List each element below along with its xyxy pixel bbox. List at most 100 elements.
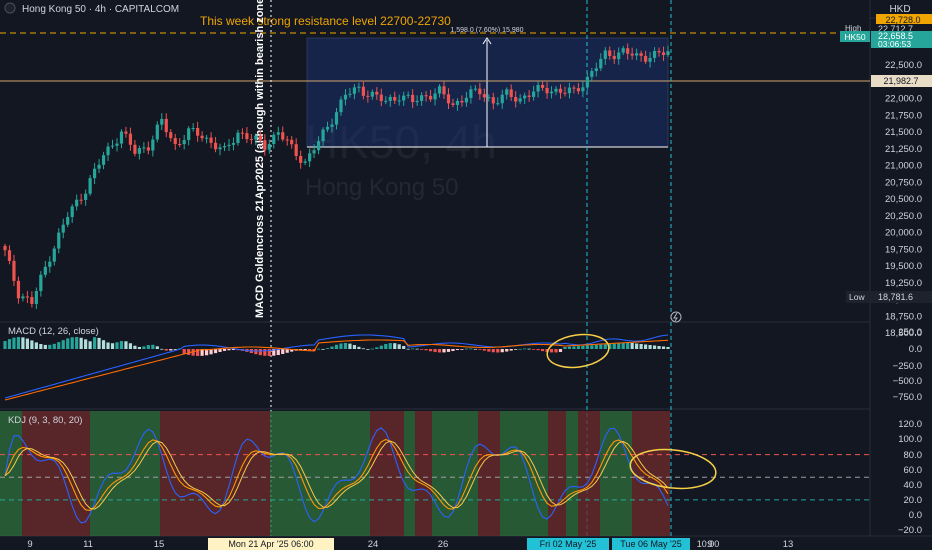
price-tick: 18,750.0 xyxy=(885,311,922,322)
macd-hist-bar xyxy=(258,349,262,356)
macd-hist-bar xyxy=(182,349,186,354)
candle-body xyxy=(352,87,357,94)
candle-body xyxy=(460,100,464,103)
price-tick: 20,000.0 xyxy=(885,228,922,239)
candle-body xyxy=(348,93,352,95)
macd-hist-bar xyxy=(16,337,21,349)
macd-hist-bar xyxy=(151,344,155,349)
candle-body xyxy=(209,137,213,143)
candle-body xyxy=(70,206,74,217)
candle-body xyxy=(281,132,285,140)
macd-label[interactable]: MACD (12, 26, close) xyxy=(8,326,99,337)
candle-body xyxy=(110,145,115,147)
macd-hist-bar xyxy=(169,349,173,351)
resistance-annotation[interactable]: This week strong resistance level 22700-… xyxy=(200,14,451,28)
candle-body xyxy=(630,53,634,56)
macd-hist-bar xyxy=(491,349,495,353)
candle-body xyxy=(79,199,83,201)
candle-body xyxy=(661,52,666,56)
macd-hist-bar xyxy=(599,344,603,349)
candle-body xyxy=(227,144,231,147)
macd-hist-bar xyxy=(532,349,536,350)
macd-hist-bar xyxy=(455,349,460,351)
time-highlight: Tue 06 May '25 xyxy=(620,539,681,549)
macd-hist-bar xyxy=(106,342,110,349)
macd-hist-bar xyxy=(137,346,141,349)
candle-body xyxy=(558,88,563,93)
macd-hist-bar xyxy=(352,345,357,349)
macd-hist-bar xyxy=(460,349,464,350)
candle-body xyxy=(500,94,504,104)
trading-chart[interactable]: HK50, 4h Hong Kong 50 1,598.0 (7.60%) 15… xyxy=(0,0,932,550)
candle-body xyxy=(585,76,589,88)
candle-body xyxy=(133,144,137,154)
candle-body xyxy=(218,147,222,150)
candle-body xyxy=(115,143,119,146)
kdj-bull-zone xyxy=(0,411,22,536)
candle-body xyxy=(608,50,612,56)
candle-body xyxy=(567,87,572,94)
candle-body xyxy=(420,95,424,101)
candle-body xyxy=(397,100,401,102)
candle-body xyxy=(240,132,245,134)
macd-hist-bar xyxy=(518,348,522,350)
macd-hist-bar xyxy=(84,339,88,349)
time-highlight: 10:00 xyxy=(697,539,720,549)
candle-body xyxy=(231,143,236,145)
candle-body xyxy=(258,135,262,141)
macd-hist-bar xyxy=(397,344,401,349)
candle-body xyxy=(204,137,209,139)
macd-hist-bar xyxy=(505,349,509,352)
candle-body xyxy=(34,291,38,304)
time-axis[interactable]: 9 11 15 24 26 9 13Mon 21 Apr '25 06:00 Fri 02 M… xyxy=(27,538,793,550)
macd-hist-bar xyxy=(325,348,330,349)
price-tick: 22,000.0 xyxy=(885,94,922,105)
macd-hist-bar xyxy=(110,343,115,349)
candle-body xyxy=(590,71,594,77)
macd-hist-bar xyxy=(402,345,406,349)
macd-hist-bar xyxy=(509,349,513,351)
kdj-tick: 120.0 xyxy=(898,419,922,430)
macd-hist-bar xyxy=(348,343,352,349)
candle-body xyxy=(66,216,70,225)
macd-hist-bar xyxy=(263,349,267,356)
candle-body xyxy=(666,51,670,56)
candle-body xyxy=(402,95,406,101)
candle-body xyxy=(101,155,106,165)
candle-body xyxy=(339,99,343,113)
macd-hist-bar xyxy=(406,348,410,350)
macd-hist-bar xyxy=(581,345,585,349)
candle-body xyxy=(527,95,531,97)
macd-hist-bar xyxy=(160,348,164,350)
macd-hist-bar xyxy=(330,346,334,349)
macd-hist-bar xyxy=(361,348,365,350)
candle-body xyxy=(7,250,12,261)
price-tick: 21,750.0 xyxy=(885,110,922,121)
macd-hist-bar xyxy=(585,345,589,349)
kdj-label[interactable]: KDJ (9, 3, 80, 20) xyxy=(8,415,82,426)
lightning-icon[interactable] xyxy=(670,311,682,323)
candle-body xyxy=(222,146,227,148)
macd-tick: −500.0 xyxy=(893,376,922,387)
macd-hist-bar xyxy=(128,343,133,349)
kdj-bull-zone xyxy=(566,411,578,536)
macd-goldencross-annotation[interactable]: MACD Goldencross 21Apr2025 (although wit… xyxy=(254,0,266,318)
macd-hist-bar xyxy=(303,349,307,351)
candle-body xyxy=(325,126,330,130)
macd-hist-bar xyxy=(21,337,25,349)
time-tick: 26 xyxy=(438,539,449,550)
candle-body xyxy=(164,118,168,133)
candle-body xyxy=(424,95,428,97)
candle-body xyxy=(540,84,545,88)
candle-body xyxy=(75,199,79,207)
time-tick: 13 xyxy=(783,539,794,550)
candle-body xyxy=(106,146,110,156)
price-tick: 21,500.0 xyxy=(885,127,922,138)
macd-hist-bar xyxy=(218,349,222,352)
macd-tick: −250.0 xyxy=(893,361,922,372)
kdj-panel[interactable] xyxy=(0,411,870,536)
candle-body xyxy=(657,50,661,53)
candle-body xyxy=(191,127,195,129)
symbol-title[interactable]: Hong Kong 50 · 4h · CAPITALCOM xyxy=(22,4,179,15)
kdj-tick: 80.0 xyxy=(904,450,923,461)
